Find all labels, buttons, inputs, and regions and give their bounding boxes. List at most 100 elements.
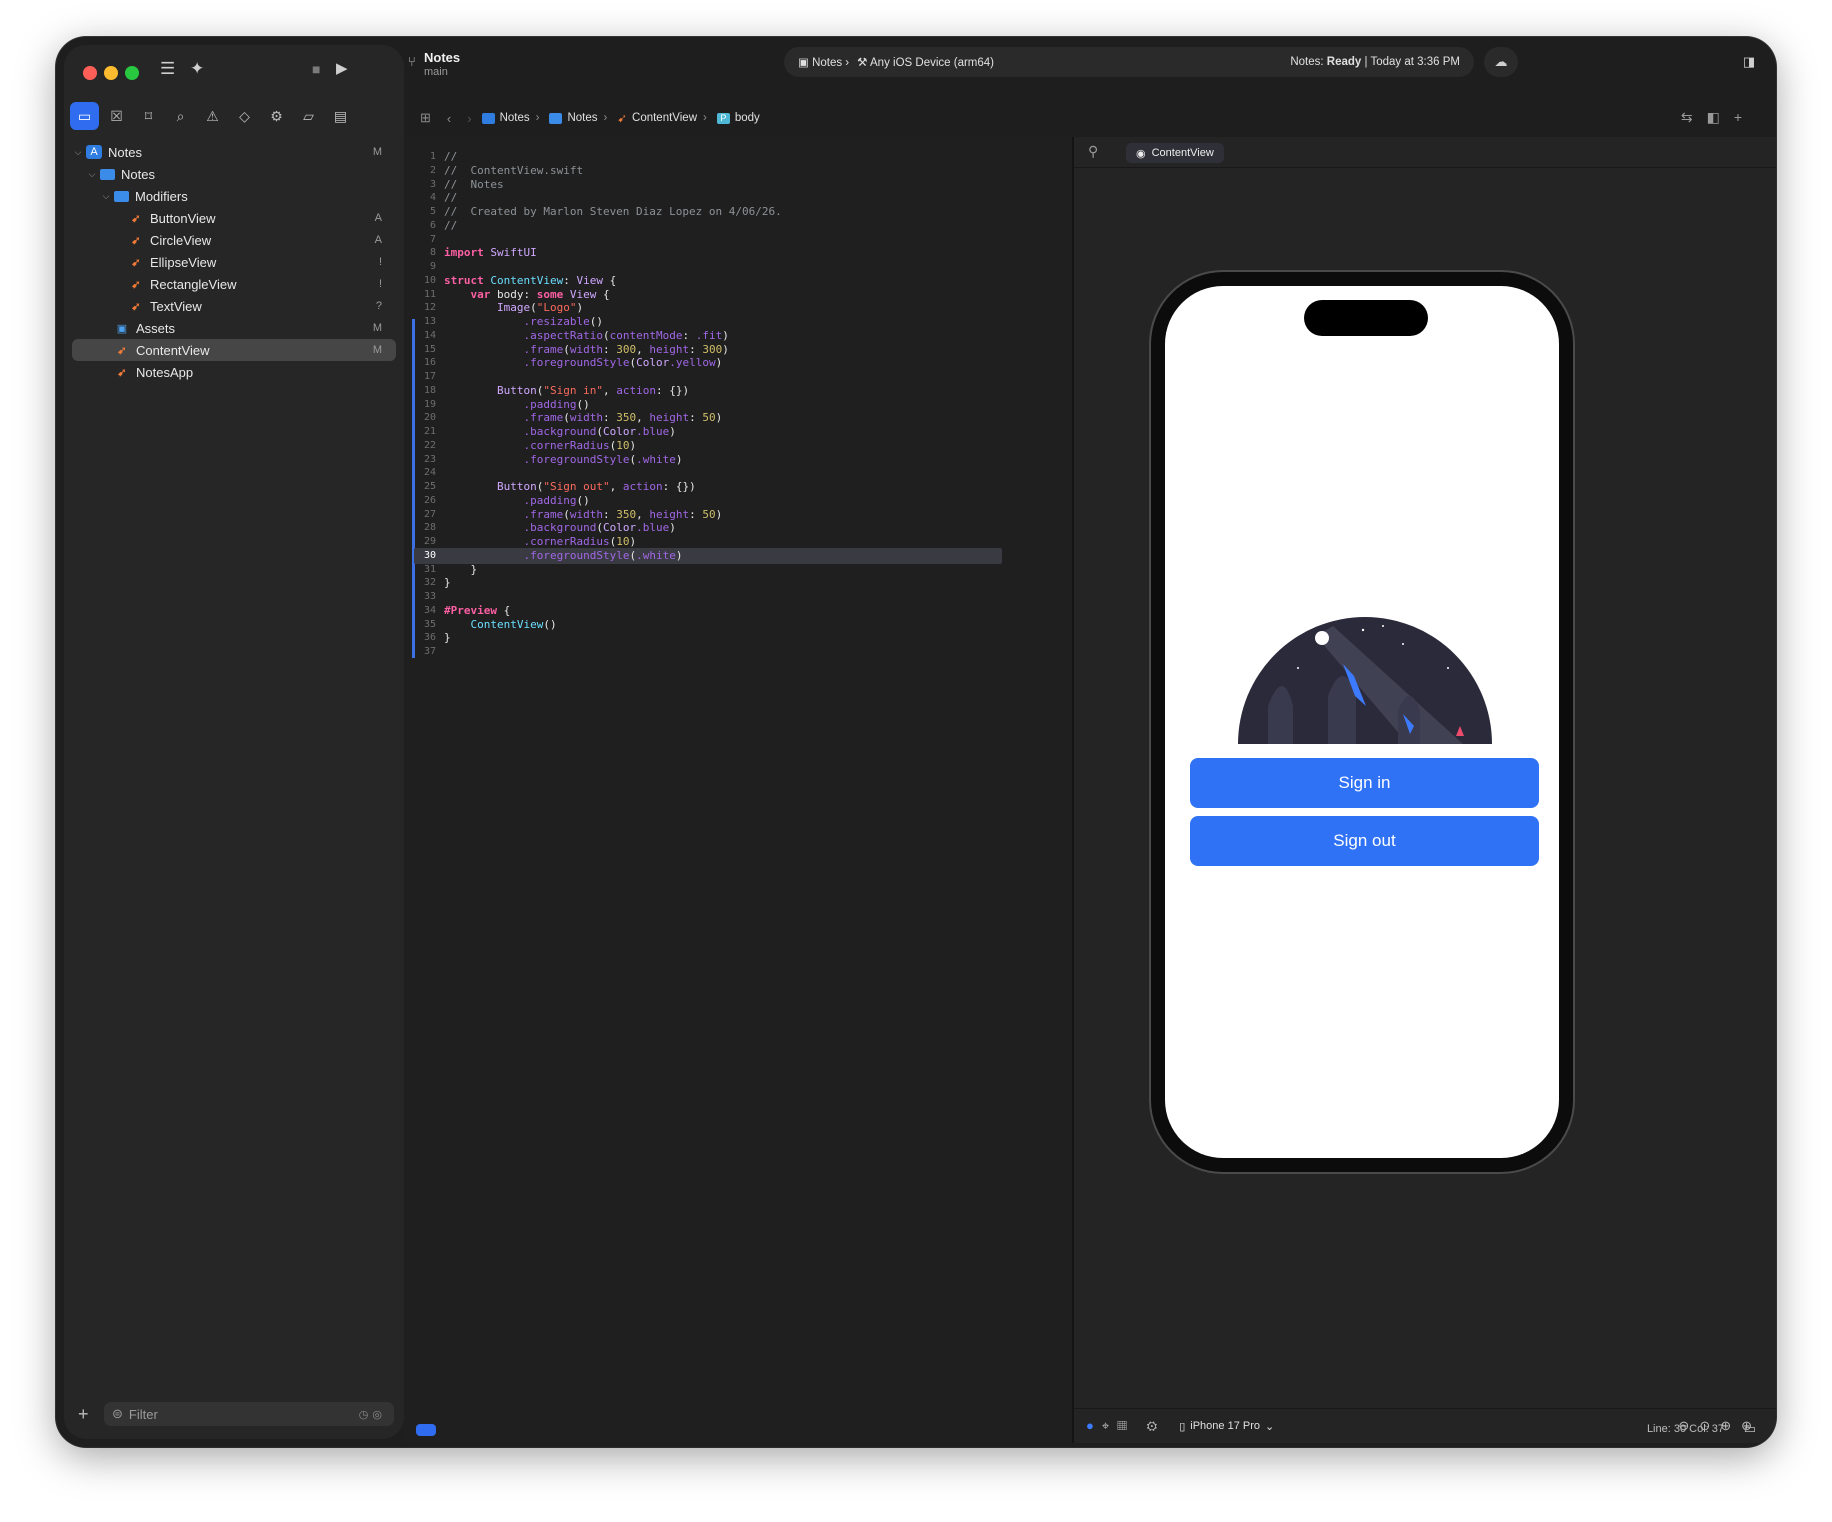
navigator-filter-bar: + ⊜ Filter ◷◎ (78, 1401, 394, 1427)
tree-item-file[interactable]: ➹ EllipseView ! (64, 251, 404, 273)
filter-input[interactable]: ⊜ Filter ◷◎ (104, 1402, 394, 1426)
tree-item-assets[interactable]: ▣ Assets M (64, 317, 404, 339)
iphone-frame: Sign in Sign out (1151, 272, 1573, 1172)
property-icon: P (716, 112, 730, 124)
tree-item-label: Notes (108, 144, 142, 160)
logo-image (1238, 617, 1492, 744)
branch-name: main (424, 66, 448, 78)
swift-file-icon: ➹ (131, 212, 141, 225)
tree-item-group-modifiers[interactable]: ⌵ Modifiers (64, 185, 404, 207)
zoom-window-button[interactable] (125, 66, 139, 80)
tree-item-file[interactable]: ➹ RectangleView ! (64, 273, 404, 295)
filter-icon: ⊜ (112, 1406, 123, 1421)
sparkle-icon[interactable]: ✦ (190, 59, 204, 79)
tree-item-file-selected[interactable]: ➹ ContentView M (72, 339, 396, 361)
editor-options-icons[interactable]: ⇆◧+ (1681, 109, 1756, 126)
swift-file-icon: ➹ (617, 113, 628, 125)
dynamic-island (1304, 300, 1428, 336)
canvas-header: ⚲ ◉ ContentView (1074, 137, 1776, 168)
breadcrumb-project[interactable]: Notes › (481, 112, 539, 124)
build-status: Notes: Ready | Today at 3:36 PM (1290, 56, 1460, 68)
code-line[interactable]: 37 (404, 644, 1004, 660)
back-icon[interactable]: ‹ (447, 111, 451, 126)
tree-item-project[interactable]: ⌵ A Notes M (64, 141, 404, 163)
report-navigator-icon[interactable]: ▤ (326, 102, 355, 130)
jump-bar: ⊞ ‹ › Notes › Notes › ➹ ContentView › P bod… (404, 103, 1776, 133)
status-badge: ? (375, 300, 382, 312)
project-tree: ⌵ A Notes M ⌵ Notes ⌵ Modifiers ➹ Button… (64, 141, 404, 383)
tree-item-label: Assets (136, 320, 176, 336)
grid-icon[interactable]: ⊞ (420, 110, 431, 126)
find-navigator-icon[interactable]: ⌕ (166, 102, 195, 130)
status-badge: M (372, 322, 382, 334)
recent-files-icon[interactable]: ◷◎ (359, 1408, 386, 1421)
close-window-button[interactable] (83, 66, 97, 80)
scheme-title[interactable]: ⑂ Notes main (408, 50, 460, 78)
swift-file-icon: ➹ (131, 234, 141, 247)
panel-toggle-icon[interactable]: ▭ (1744, 1421, 1756, 1437)
hammer-icon: ⚒ (857, 57, 871, 69)
stop-icon[interactable]: ■ (312, 61, 320, 77)
debug-area-toggle[interactable] (416, 1424, 436, 1436)
activity-view: ▣ Notes › ⚒ Any iOS Device (arm64) Notes… (784, 47, 1474, 77)
sidebar-toggle-icon[interactable]: ☰ (160, 59, 175, 79)
tree-item-label: RectangleView (150, 276, 237, 292)
filter-placeholder: Filter (128, 1406, 158, 1422)
breadcrumb-group[interactable]: Notes › (549, 112, 607, 124)
swift-file-icon: ➹ (117, 344, 127, 357)
scheme-selector[interactable]: ▣ Notes › (798, 55, 849, 69)
destination-selector[interactable]: ⚒ Any iOS Device (arm64) (857, 55, 994, 69)
chevron-down-icon[interactable]: ⌵ (100, 191, 112, 202)
asset-catalog-icon: ▣ (116, 322, 128, 335)
tree-item-group-notes[interactable]: ⌵ Notes (64, 163, 404, 185)
folder-icon (100, 168, 115, 180)
project-navigator-icon[interactable]: ▭ (70, 102, 99, 130)
tree-item-file[interactable]: ➹ TextView ? (64, 295, 404, 317)
navigator-sidebar: ☰ ✦ ■ ▶ ▭ ☒ ⌑ ⌕ ⚠ ◇ ⚙ ▱ ▤ ⌵ A Notes M ⌵ (64, 45, 404, 1439)
swift-file-icon: ➹ (117, 366, 127, 379)
swift-file-icon: ➹ (131, 256, 141, 269)
phone-screen: Sign in Sign out (1165, 286, 1559, 1158)
test-navigator-icon[interactable]: ◇ (230, 102, 259, 130)
cloud-icon[interactable]: ☁ (1484, 47, 1518, 77)
sign-in-button[interactable]: Sign in (1190, 758, 1539, 808)
tree-item-label: CircleView (150, 232, 212, 248)
forward-icon[interactable]: › (467, 111, 471, 126)
chevron-down-icon[interactable]: ⌵ (72, 147, 84, 158)
run-icon[interactable]: ▶ (336, 59, 348, 77)
preview-tab[interactable]: ◉ ContentView (1126, 143, 1224, 163)
tree-item-label: NotesApp (136, 364, 194, 380)
tree-item-label: Modifiers (135, 188, 188, 204)
tree-item-label: ButtonView (150, 210, 216, 226)
swift-file-icon: ➹ (131, 278, 141, 291)
inspector-toggle-icon[interactable]: ◨ (1732, 47, 1766, 77)
tree-item-label: EllipseView (150, 254, 217, 270)
toolbar: ⑂ Notes main ▣ Notes › ⚒ Any iOS Device … (404, 37, 1776, 97)
tree-item-label: Notes (121, 166, 155, 182)
debug-navigator-icon[interactable]: ⚙ (262, 102, 291, 130)
cursor-position: Line: 30 Col: 37 (1646, 1423, 1724, 1435)
breadcrumb-symbol[interactable]: P body (716, 112, 760, 124)
chevron-down-icon[interactable]: ⌵ (86, 169, 98, 180)
source-editor[interactable]: 1//2// ContentView.swift 3// Notes 4//5// … (404, 137, 1072, 1443)
tree-item-file[interactable]: ➹ CircleView A (64, 229, 404, 251)
issue-navigator-icon[interactable]: ⚠ (198, 102, 227, 130)
tree-item-label: ContentView (136, 342, 210, 358)
bookmark-navigator-icon[interactable]: ⌑ (134, 102, 163, 130)
status-badge: M (372, 344, 382, 356)
add-icon[interactable]: + (78, 1404, 104, 1425)
folder-icon (549, 112, 563, 124)
breadcrumb-file[interactable]: ➹ ContentView › (617, 111, 706, 125)
status-badge: M (372, 146, 382, 158)
eye-icon: ◉ (1136, 147, 1146, 160)
folder-icon (114, 190, 129, 202)
tree-item-file[interactable]: ➹ NotesApp (64, 361, 404, 383)
status-badge: A (374, 234, 382, 246)
source-control-navigator-icon[interactable]: ☒ (102, 102, 131, 130)
sign-out-button[interactable]: Sign out (1190, 816, 1539, 866)
swift-file-icon: ➹ (131, 300, 141, 313)
tree-item-file[interactable]: ➹ ButtonView A (64, 207, 404, 229)
breakpoint-navigator-icon[interactable]: ▱ (294, 102, 323, 130)
minimize-window-button[interactable] (104, 66, 118, 80)
pin-icon[interactable]: ⚲ (1088, 143, 1098, 160)
